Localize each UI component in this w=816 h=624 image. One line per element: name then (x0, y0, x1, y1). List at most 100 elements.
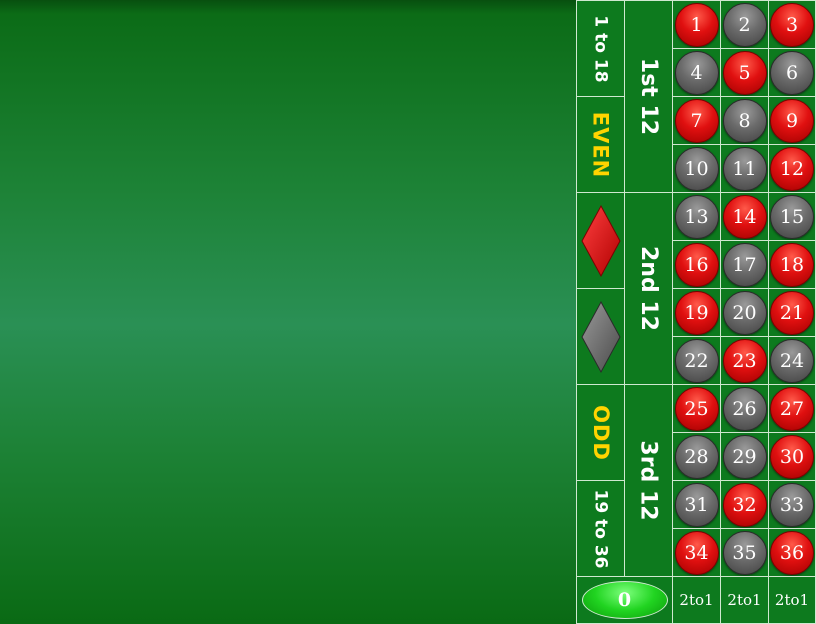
number-cell[interactable]: 35 (720, 528, 769, 577)
red-diamond-icon (580, 204, 621, 277)
bet-odd[interactable]: ODD (576, 384, 625, 481)
bet-dozen-3[interactable]: 3rd 12 (624, 384, 673, 577)
number-ball: 32 (722, 482, 767, 527)
number-ball: 9 (770, 98, 814, 143)
dozen-2-label: 2nd 12 (636, 246, 661, 331)
number-cell[interactable]: 23 (720, 336, 769, 385)
bet-19-to-36[interactable]: 19 to 36 (576, 480, 625, 577)
number-cell[interactable]: 8 (720, 96, 769, 145)
number-ball: 4 (674, 50, 719, 95)
bet-odd-label: ODD (588, 404, 613, 461)
number-ball: 2 (722, 2, 767, 47)
number-ball: 26 (722, 386, 767, 431)
bet-dozen-2[interactable]: 2nd 12 (624, 192, 673, 385)
number-ball: 10 (674, 146, 719, 191)
number-cell[interactable]: 10 (672, 144, 721, 193)
number-cell[interactable]: 3 (768, 0, 816, 49)
number-ball: 8 (722, 98, 767, 143)
number-ball: 19 (674, 290, 719, 335)
number-cell[interactable]: 24 (768, 336, 816, 385)
number-ball: 25 (674, 386, 719, 431)
number-cell[interactable]: 13 (672, 192, 721, 241)
column-2-label: 2to1 (727, 591, 762, 609)
number-ball: 15 (770, 194, 814, 239)
column-1-label: 2to1 (679, 591, 714, 609)
column-3-label: 2to1 (774, 591, 810, 609)
number-cell[interactable]: 32 (720, 480, 769, 529)
number-cell[interactable]: 16 (672, 240, 721, 289)
number-grid: 1 2 3 4 5 6 7 8 9 10 11 12 13 14 15 16 17 18 19 20 21 22 23 24 2… (672, 0, 816, 577)
number-ball: 14 (722, 194, 767, 239)
number-ball: 23 (722, 338, 767, 383)
felt-top-shade (0, 0, 576, 14)
number-ball: 1 (674, 2, 719, 47)
number-ball: 35 (722, 530, 767, 575)
number-ball: 28 (674, 434, 719, 479)
number-cell[interactable]: 12 (768, 144, 816, 193)
number-cell[interactable]: 7 (672, 96, 721, 145)
bet-1-to-18[interactable]: 1 to 18 (576, 0, 625, 97)
number-ball: 18 (770, 242, 814, 287)
number-cell[interactable]: 1 (672, 0, 721, 49)
number-ball: 3 (770, 2, 814, 47)
number-cell[interactable]: 4 (672, 48, 721, 97)
number-cell[interactable]: 28 (672, 432, 721, 481)
number-cell[interactable]: 2 (720, 0, 769, 49)
number-cell[interactable]: 22 (672, 336, 721, 385)
number-cell[interactable]: 36 (768, 528, 816, 577)
number-ball: 36 (770, 530, 814, 575)
number-cell[interactable]: 26 (720, 384, 769, 433)
number-cell[interactable]: 9 (768, 96, 816, 145)
bet-black[interactable] (576, 288, 625, 385)
number-cell[interactable]: 25 (672, 384, 721, 433)
number-cell[interactable]: 31 (672, 480, 721, 529)
number-cell[interactable]: 29 (720, 432, 769, 481)
number-ball: 11 (722, 146, 767, 191)
number-ball: 7 (674, 98, 719, 143)
number-cell[interactable]: 30 (768, 432, 816, 481)
number-ball: 22 (674, 338, 719, 383)
bet-dozen-1[interactable]: 1st 12 (624, 0, 673, 193)
number-ball: 17 (722, 242, 767, 287)
number-cell[interactable]: 5 (720, 48, 769, 97)
number-ball: 24 (770, 338, 814, 383)
number-cell[interactable]: 33 (768, 480, 816, 529)
number-ball: 31 (674, 482, 719, 527)
number-ball: 13 (674, 194, 719, 239)
bet-even-label: EVEN (588, 111, 613, 178)
betting-board: 1 to 18 EVEN ODD 19 to 36 1st 12 2nd 12 … (576, 0, 816, 624)
number-cell[interactable]: 14 (720, 192, 769, 241)
bet-red[interactable] (576, 192, 625, 289)
bet-column-1[interactable]: 2to1 (672, 576, 721, 624)
dozen-3-label: 3rd 12 (636, 440, 661, 521)
bet-even[interactable]: EVEN (576, 96, 625, 193)
bet-column-2[interactable]: 2to1 (720, 576, 769, 624)
number-cell[interactable]: 27 (768, 384, 816, 433)
number-ball: 20 (722, 290, 767, 335)
number-cell[interactable]: 19 (672, 288, 721, 337)
dozen-1-label: 1st 12 (636, 57, 662, 136)
number-cell[interactable]: 15 (768, 192, 816, 241)
number-cell[interactable]: 21 (768, 288, 816, 337)
number-cell[interactable]: 18 (768, 240, 816, 289)
number-ball: 16 (674, 242, 719, 287)
bet-zero[interactable]: 0 (576, 576, 673, 624)
number-ball: 27 (770, 386, 814, 431)
number-cell[interactable]: 6 (768, 48, 816, 97)
number-ball: 30 (770, 434, 814, 479)
number-ball: 34 (674, 530, 719, 575)
number-ball: 6 (770, 50, 814, 95)
zero-pill: 0 (581, 581, 668, 619)
number-cell[interactable]: 17 (720, 240, 769, 289)
number-cell[interactable]: 11 (720, 144, 769, 193)
number-cell[interactable]: 34 (672, 528, 721, 577)
number-ball: 5 (722, 50, 767, 95)
black-diamond-icon (580, 300, 621, 373)
felt-area (0, 14, 576, 624)
number-ball: 12 (770, 146, 814, 191)
bet-19-to-36-label: 19 to 36 (590, 489, 611, 568)
number-ball: 29 (722, 434, 767, 479)
number-cell[interactable]: 20 (720, 288, 769, 337)
bet-column-3[interactable]: 2to1 (768, 576, 816, 624)
bet-1-to-18-label: 1 to 18 (590, 14, 611, 83)
